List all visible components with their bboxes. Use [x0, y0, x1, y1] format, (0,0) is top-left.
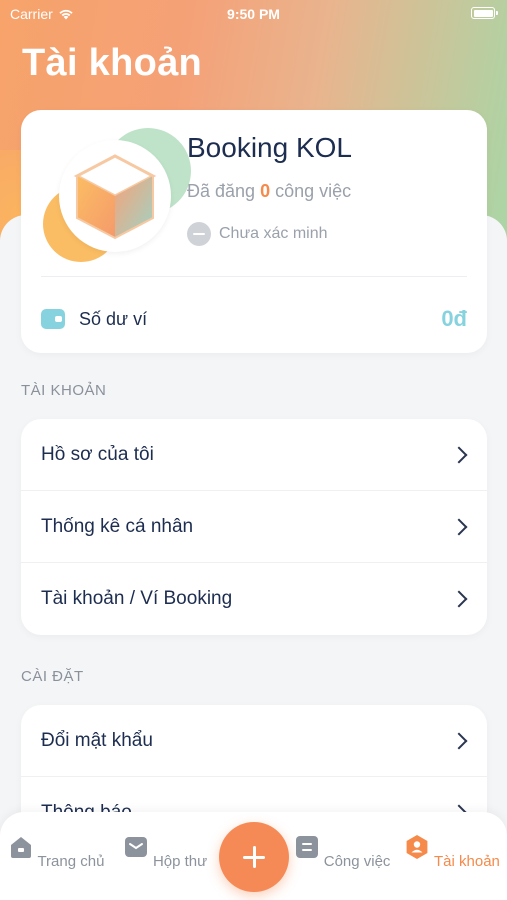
chevron-right-icon: [450, 732, 468, 749]
tab-label: Công việc: [323, 853, 391, 870]
tab-home[interactable]: Trang chủ: [6, 834, 106, 870]
tab-inbox[interactable]: Hộp thư: [115, 834, 215, 870]
home-icon: [10, 837, 31, 858]
profile-card: Booking KOL Đã đăng 0 công việc Chưa xác…: [21, 110, 487, 353]
box-logo-icon: [73, 154, 157, 240]
verification-label: Chưa xác minh: [219, 225, 328, 242]
menu-item-label: Thống kê cá nhân: [41, 515, 194, 537]
avatar[interactable]: [43, 128, 193, 262]
chevron-right-icon: [450, 590, 468, 608]
page-title: Tài khoản: [22, 42, 203, 84]
wallet-label: Số dư ví: [79, 308, 148, 329]
battery-icon: [471, 7, 498, 19]
posted-jobs-suffix: công việc: [275, 181, 352, 201]
posted-jobs-count: 0: [260, 181, 271, 201]
tab-account[interactable]: Tài khoản: [402, 834, 502, 870]
status-time: 9:50 PM: [227, 6, 280, 22]
menu-item-label: Đổi mật khẩu: [41, 729, 153, 751]
wallet-icon: [41, 309, 65, 329]
account-menu: Hồ sơ của tôi Thống kê cá nhân Tài khoản…: [21, 419, 487, 635]
menu-item-label: Hồ sơ của tôi: [41, 443, 154, 465]
tab-jobs[interactable]: Công việc: [292, 834, 392, 870]
add-button[interactable]: [219, 822, 289, 892]
chevron-right-icon: [450, 518, 468, 535]
menu-item-personal-stats[interactable]: Thống kê cá nhân: [21, 491, 487, 563]
avatar-circle: [59, 140, 171, 252]
tab-label: Trang chủ: [37, 853, 105, 870]
status-bar: Carrier 9:50 PM: [0, 0, 507, 30]
wallet-balance-row[interactable]: Số dư ví 0đ: [41, 305, 467, 333]
tab-label: Hộp thư: [152, 853, 208, 870]
chevron-right-icon: [450, 446, 468, 463]
verification-status[interactable]: Chưa xác minh: [187, 222, 328, 246]
divider: [41, 276, 467, 277]
posted-jobs-prefix: Đã đăng: [187, 181, 256, 201]
menu-item-change-password[interactable]: Đổi mật khẩu: [21, 705, 487, 777]
section-title-account: TÀI KHOẢN: [21, 382, 107, 399]
wallet-value: 0đ: [441, 306, 467, 331]
user-icon: [406, 835, 428, 859]
unverified-icon: [187, 222, 211, 246]
tab-label: Tài khoản: [434, 853, 500, 870]
menu-item-my-profile[interactable]: Hồ sơ của tôi: [21, 419, 487, 491]
menu-item-booking-wallet[interactable]: Tài khoản / Ví Booking: [21, 563, 487, 635]
section-title-settings: CÀI ĐẶT: [21, 668, 84, 685]
list-icon: [295, 836, 318, 858]
profile-name: Booking KOL: [187, 132, 352, 163]
posted-jobs-text: Đã đăng 0 công việc: [187, 181, 351, 202]
menu-item-label: Tài khoản / Ví Booking: [41, 588, 233, 609]
mail-icon: [124, 837, 147, 857]
